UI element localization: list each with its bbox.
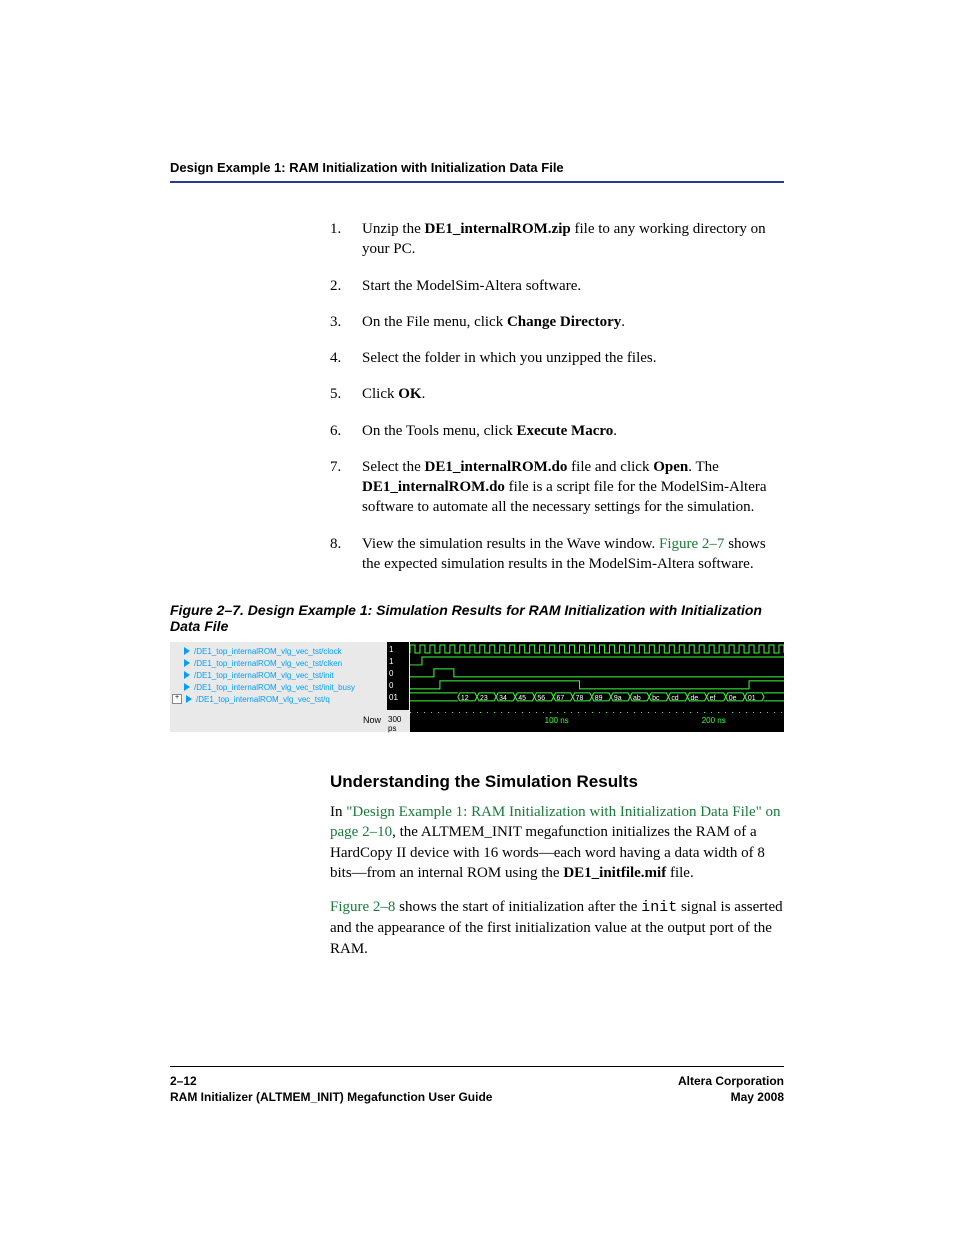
running-header: Design Example 1: RAM Initialization wit…	[170, 160, 784, 183]
waveform-svg: 12 23 34 45 56 67 78 89 9a ab bc cd de ef 0e 01	[410, 642, 784, 710]
svg-text:12: 12	[461, 695, 469, 702]
step-4: Select the folder in which you unzipped …	[330, 348, 784, 368]
xref-link[interactable]: Figure 2–8	[330, 899, 395, 915]
text: In	[330, 804, 346, 820]
section-heading: Understanding the Simulation Results	[330, 772, 784, 792]
ruler-label-200ns: 200 ns	[702, 716, 726, 725]
signal-value: 0	[387, 669, 409, 681]
svg-text:9a: 9a	[614, 695, 622, 702]
signal-row: /DE1_top_internalROM_vlg_vec_tst/init_bu…	[170, 681, 387, 693]
svg-text:89: 89	[595, 695, 603, 702]
svg-text:ef: ef	[710, 695, 716, 702]
step-3: On the File menu, click Change Directory…	[330, 312, 784, 332]
waveform-window: /DE1_top_internalROM_vlg_vec_tst/clock /…	[170, 642, 784, 732]
now-label: Now	[170, 710, 387, 732]
step-5: Click OK.	[330, 384, 784, 404]
now-value: 300 ps	[387, 710, 410, 732]
svg-text:56: 56	[537, 695, 545, 702]
button-label: Open	[653, 459, 688, 475]
text: file.	[666, 865, 694, 881]
doc-title: RAM Initializer (ALTMEM_INIT) Megafuncti…	[170, 1089, 492, 1105]
text: On the Tools menu, click	[362, 423, 516, 439]
signal-name: /DE1_top_internalROM_vlg_vec_tst/clken	[194, 659, 342, 668]
text: shows the start of initialization after …	[395, 899, 641, 915]
step-6: On the Tools menu, click Execute Macro.	[330, 421, 784, 441]
page: Design Example 1: RAM Initialization wit…	[0, 0, 954, 1235]
text: file and click	[567, 459, 653, 475]
text: Select the	[362, 459, 424, 475]
footer-right: Altera Corporation May 2008	[678, 1073, 784, 1105]
ruler-area: 100 ns 200 ns	[410, 710, 784, 732]
signal-name: /DE1_top_internalROM_vlg_vec_tst/q	[196, 695, 330, 704]
text: . The	[688, 459, 719, 475]
page-footer: 2–12 RAM Initializer (ALTMEM_INIT) Megaf…	[170, 1066, 784, 1105]
text: .	[621, 314, 625, 330]
svg-text:bc: bc	[652, 695, 660, 702]
svg-text:67: 67	[557, 695, 565, 702]
step-7: Select the DE1_internalROM.do file and c…	[330, 457, 784, 518]
text: Unzip the	[362, 221, 424, 237]
text: View the simulation results in the Wave …	[362, 536, 659, 552]
signal-arrow-icon	[184, 683, 190, 691]
signal-name: /DE1_top_internalROM_vlg_vec_tst/init_bu…	[194, 683, 355, 692]
filename: DE1_internalROM.do	[362, 479, 505, 495]
ruler-label-100ns: 100 ns	[545, 716, 569, 725]
waveform-figure: /DE1_top_internalROM_vlg_vec_tst/clock /…	[170, 642, 784, 732]
body-paragraph: In "Design Example 1: RAM Initialization…	[330, 802, 784, 883]
footer-left: 2–12 RAM Initializer (ALTMEM_INIT) Megaf…	[170, 1073, 492, 1105]
figure-caption: Figure 2–7. Design Example 1: Simulation…	[170, 602, 784, 634]
svg-text:23: 23	[480, 695, 488, 702]
step-2: Start the ModelSim-Altera software.	[330, 276, 784, 296]
text: Click	[362, 386, 398, 402]
signal-arrow-icon	[184, 647, 190, 655]
signal-arrow-icon	[184, 659, 190, 667]
signal-value: 01	[387, 693, 409, 705]
signal-name: /DE1_top_internalROM_vlg_vec_tst/clock	[194, 647, 342, 656]
filename: DE1_internalROM.zip	[424, 221, 570, 237]
text: .	[613, 423, 617, 439]
svg-text:ab: ab	[633, 695, 641, 702]
filename: DE1_internalROM.do	[424, 459, 567, 475]
signal-value: 0	[387, 681, 409, 693]
svg-text:de: de	[690, 695, 698, 702]
signal-value: 1	[387, 645, 409, 657]
filename: DE1_initfile.mif	[563, 865, 666, 881]
xref-link[interactable]: Figure 2–7	[659, 536, 724, 552]
svg-text:cd: cd	[671, 695, 678, 702]
menu-item: Change Directory	[507, 314, 621, 330]
text: .	[422, 386, 426, 402]
step-8: View the simulation results in the Wave …	[330, 534, 784, 575]
svg-text:0e: 0e	[729, 695, 737, 702]
svg-text:01: 01	[748, 695, 756, 702]
body-paragraph: Figure 2–8 shows the start of initializa…	[330, 897, 784, 959]
signal-name: /DE1_top_internalROM_vlg_vec_tst/init	[194, 671, 334, 680]
svg-text:78: 78	[576, 695, 584, 702]
step-list: Unzip the DE1_internalROM.zip file to an…	[330, 219, 784, 574]
text: , the ALTMEM_INIT megafunction initializ…	[330, 824, 765, 881]
menu-item: Execute Macro	[516, 423, 613, 439]
corporation: Altera Corporation	[678, 1073, 784, 1089]
signal-row: /DE1_top_internalROM_vlg_vec_tst/clken	[170, 657, 387, 669]
text: On the File menu, click	[362, 314, 507, 330]
ruler-ticks	[410, 712, 784, 713]
signal-value: 1	[387, 657, 409, 669]
page-number: 2–12	[170, 1074, 197, 1088]
signal-arrow-icon	[184, 671, 190, 679]
time-ruler: Now 300 ps 100 ns 200 ns	[170, 710, 784, 732]
signal-row: /DE1_top_internalROM_vlg_vec_tst/clock	[170, 645, 387, 657]
signal-row: /DE1_top_internalROM_vlg_vec_tst/init	[170, 669, 387, 681]
date: May 2008	[678, 1089, 784, 1105]
expand-icon[interactable]: +	[172, 694, 182, 704]
step-1: Unzip the DE1_internalROM.zip file to an…	[330, 219, 784, 260]
signal-arrow-icon	[186, 695, 192, 703]
code-literal: init	[641, 899, 677, 916]
svg-text:34: 34	[499, 695, 507, 702]
svg-text:45: 45	[518, 695, 526, 702]
signal-row: + /DE1_top_internalROM_vlg_vec_tst/q	[170, 693, 387, 705]
button-label: OK	[398, 386, 421, 402]
